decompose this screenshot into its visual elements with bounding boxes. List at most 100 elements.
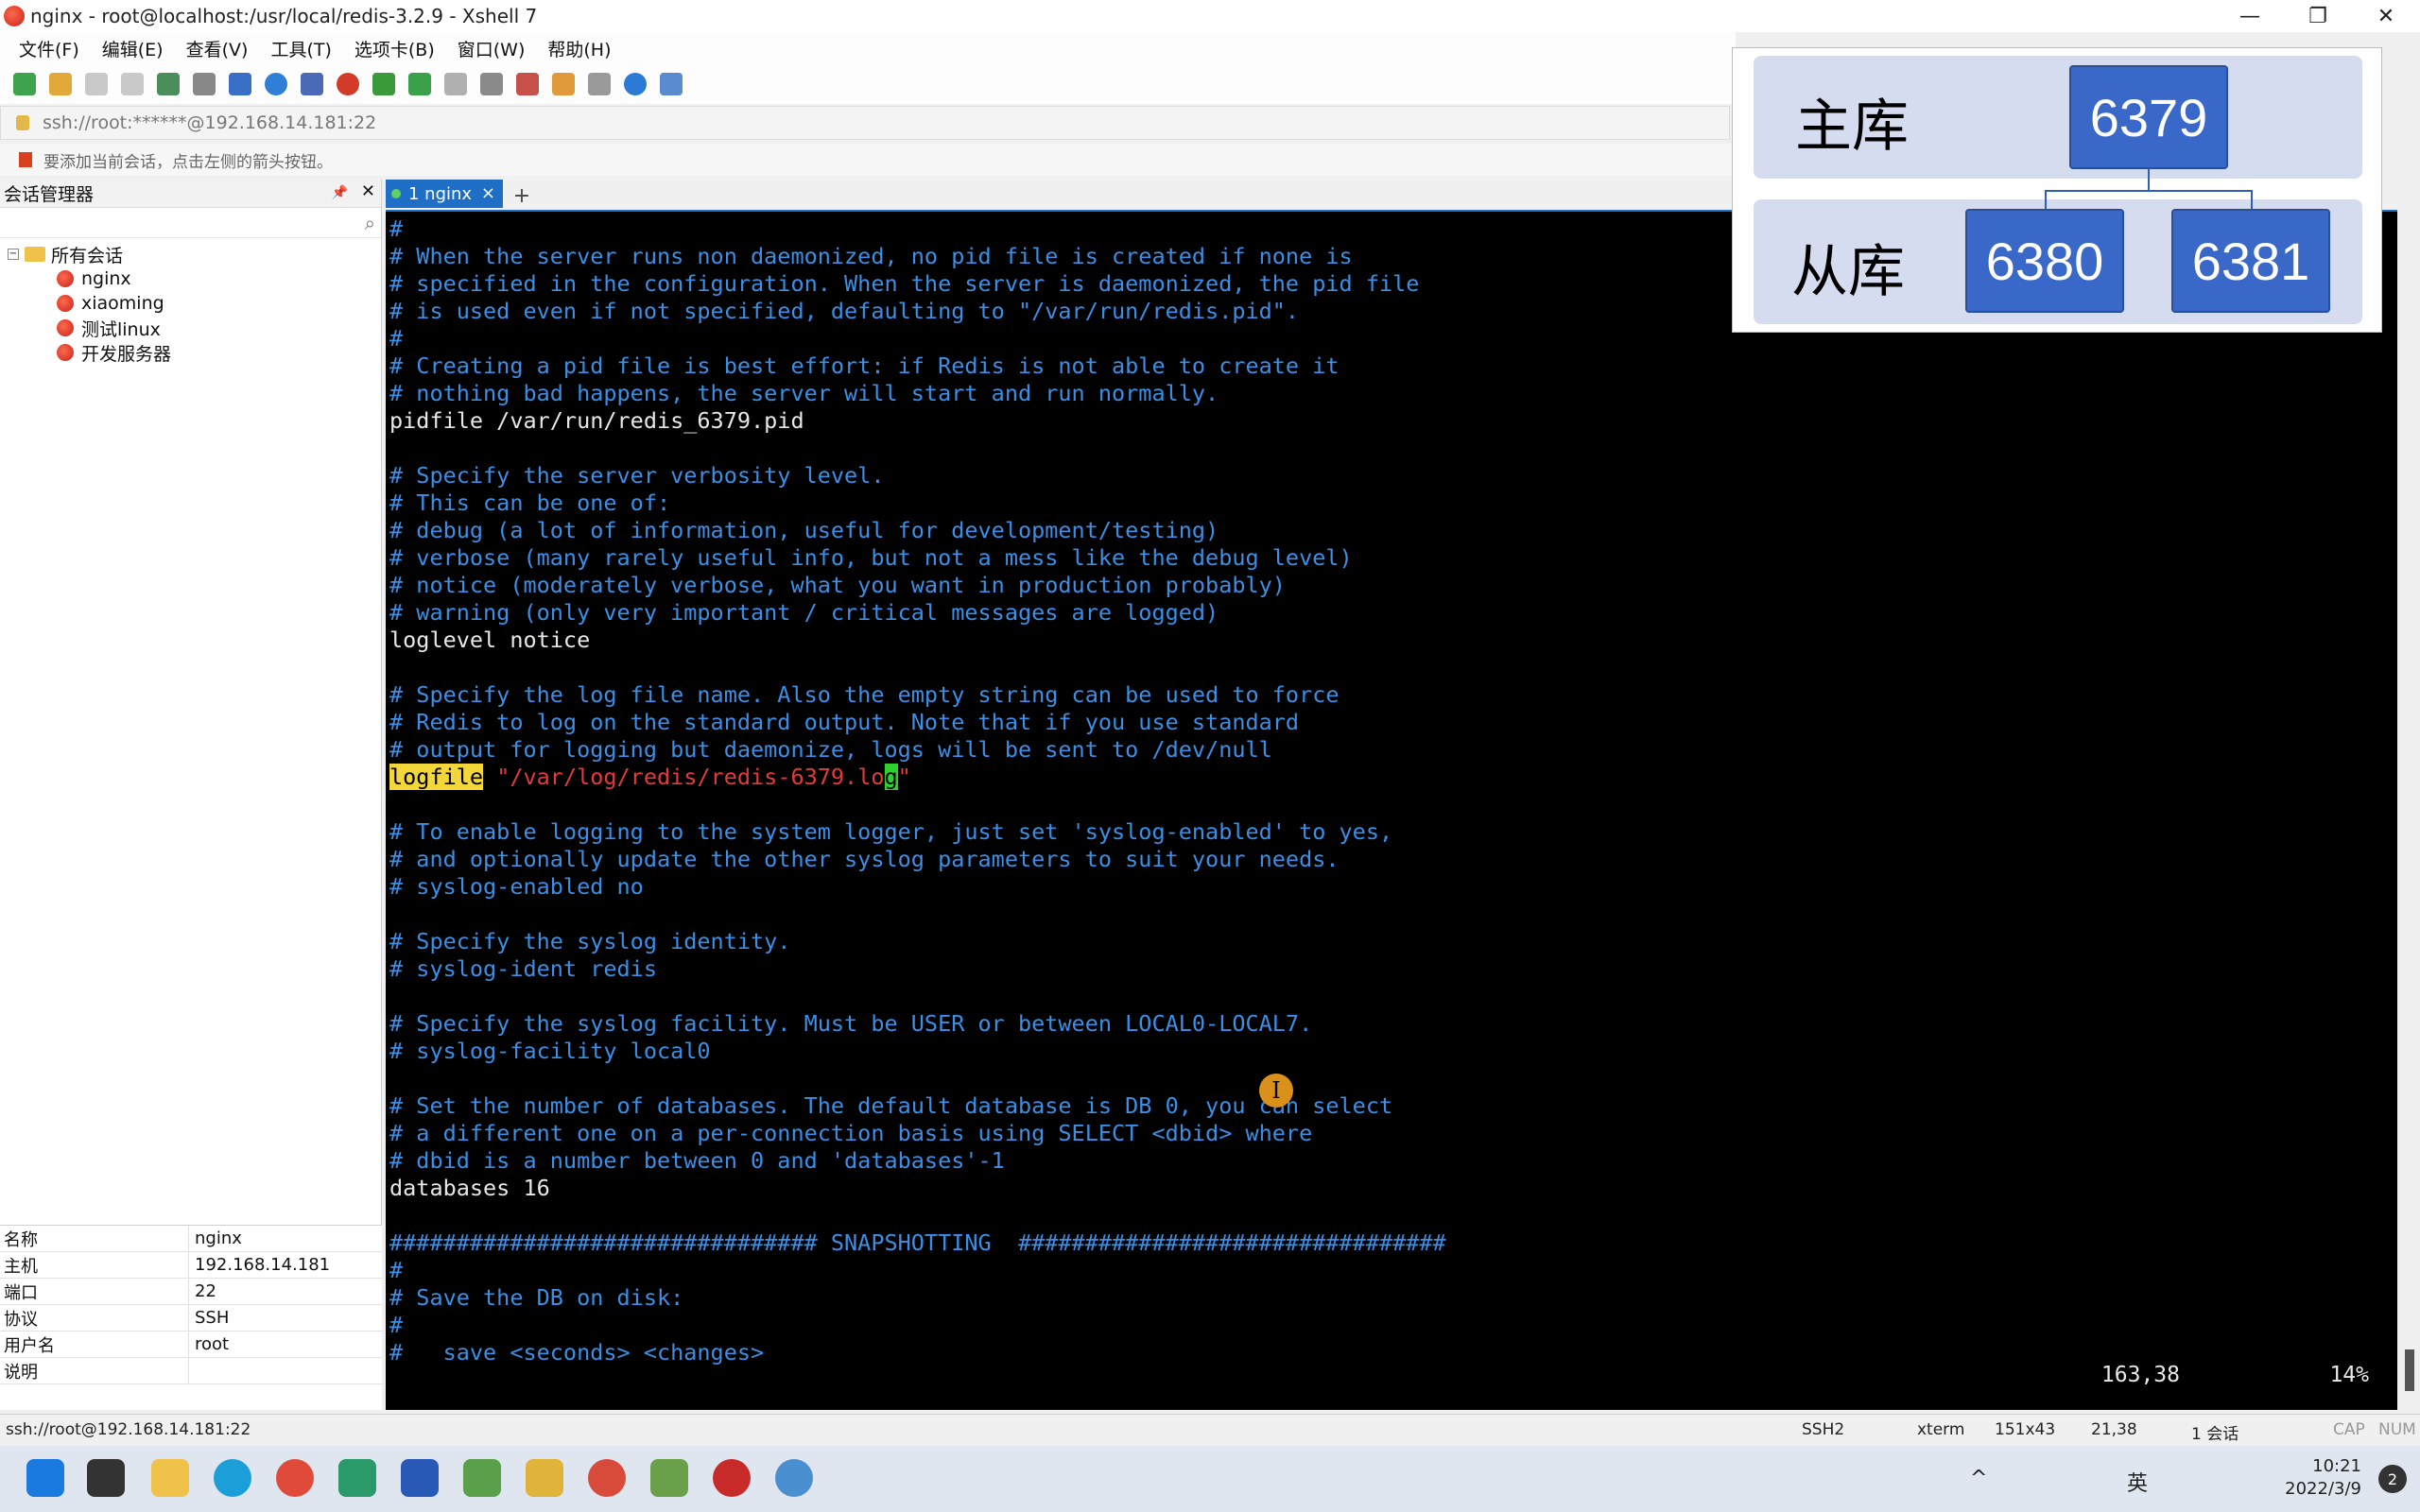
- terminal-cursor: g: [884, 764, 898, 790]
- collapse-icon[interactable]: −: [8, 249, 19, 260]
- transfer-icon[interactable]: [552, 73, 575, 95]
- session-item-test-linux[interactable]: 测试linux: [0, 316, 381, 340]
- menu-file[interactable]: 文件(F): [19, 36, 79, 61]
- terminal-line: # a different one on a per-connection ba…: [389, 1120, 1313, 1146]
- pin-icon[interactable]: 📌: [332, 185, 348, 200]
- terminal-line: # Specify the log file name. Also the em…: [389, 681, 1340, 708]
- notepad-icon[interactable]: [338, 1459, 376, 1497]
- unlink-icon[interactable]: [121, 73, 144, 95]
- lock-icon[interactable]: [444, 73, 467, 95]
- session-item-dev-server[interactable]: 开发服务器: [0, 340, 381, 365]
- task-view-icon[interactable]: [87, 1459, 125, 1497]
- slave-label: 从库: [1791, 239, 1905, 305]
- terminal[interactable]: # # When the server runs non daemonized, …: [386, 210, 2397, 1410]
- terminal-line: # dbid is a number between 0 and 'databa…: [389, 1147, 1005, 1174]
- session-label: 开发服务器: [81, 343, 172, 365]
- terminal-line: logfile "/var/log/redis/redis-6379.log": [389, 764, 1446, 791]
- hint-bar: 要添加当前会话，点击左侧的箭头按钮。: [0, 144, 1736, 176]
- connected-status-icon: [391, 189, 401, 198]
- chat-icon[interactable]: [660, 73, 683, 95]
- help-icon[interactable]: [624, 73, 647, 95]
- find-icon[interactable]: [193, 73, 216, 95]
- keyboard-icon[interactable]: [480, 73, 503, 95]
- terminal-line: # This can be one of:: [389, 490, 671, 516]
- close-button[interactable]: ✕: [2352, 0, 2420, 32]
- system-clock[interactable]: 10:21 2022/3/9: [2285, 1455, 2361, 1501]
- address-bar[interactable]: ssh://root:******@192.168.14.181:22: [0, 106, 1730, 140]
- tray-chevron-icon[interactable]: ^: [1970, 1467, 1987, 1490]
- menu-tab[interactable]: 选项卡(B): [354, 36, 435, 61]
- app-icon[interactable]: [526, 1459, 563, 1497]
- xftp-taskbar-icon[interactable]: [650, 1459, 688, 1497]
- terminal-line: # verbose (many rarely useful info, but …: [389, 544, 1353, 571]
- folder-icon: [25, 247, 45, 262]
- terminal-line: # save <seconds> <changes>: [389, 1339, 765, 1366]
- fullscreen-icon[interactable]: [408, 73, 431, 95]
- font-icon[interactable]: [301, 73, 323, 95]
- property-row: 协议 SSH: [0, 1305, 382, 1332]
- terminal-line: # is used even if not specified, default…: [389, 298, 1300, 324]
- app-icon[interactable]: [463, 1459, 501, 1497]
- terminal-line: # Specify the syslog identity.: [389, 928, 791, 954]
- xagent-icon[interactable]: [372, 73, 395, 95]
- xftp-icon[interactable]: [337, 73, 359, 95]
- bookmark-arrow-icon[interactable]: [19, 152, 32, 167]
- link-icon[interactable]: [85, 73, 108, 95]
- start-windows-icon[interactable]: [26, 1459, 64, 1497]
- terminal-line: # When the server runs non daemonized, n…: [389, 243, 1353, 269]
- edge-icon[interactable]: [214, 1459, 251, 1497]
- session-item-nginx[interactable]: nginx: [0, 266, 381, 291]
- terminal-line: # notice (moderately verbose, what you w…: [389, 572, 1286, 598]
- property-key: 名称: [0, 1226, 189, 1251]
- chrome-icon[interactable]: [276, 1459, 314, 1497]
- tree-root-all-sessions[interactable]: − 所有会话: [0, 242, 381, 266]
- compose-icon[interactable]: [588, 73, 611, 95]
- session-icon: [57, 344, 74, 361]
- session-search-input[interactable]: ⌕: [0, 208, 381, 238]
- layout-icon[interactable]: [229, 73, 251, 95]
- file-explorer-icon[interactable]: [151, 1459, 189, 1497]
- minimize-button[interactable]: —: [2216, 0, 2284, 32]
- terminal-line: # syslog-facility local0: [389, 1038, 711, 1064]
- property-value: SSH: [195, 1308, 230, 1328]
- property-value: root: [195, 1334, 230, 1354]
- session-item-xiaoming[interactable]: xiaoming: [0, 291, 381, 316]
- session-manager-title: 会话管理器: [4, 184, 95, 205]
- tab-close-icon[interactable]: ×: [481, 183, 495, 203]
- slave-port-box: 6381: [2171, 209, 2330, 313]
- menu-view[interactable]: 查看(V): [186, 36, 249, 61]
- menu-help[interactable]: 帮助(H): [547, 36, 611, 61]
- terminal-line: databases 16: [389, 1175, 550, 1201]
- app-icon[interactable]: [775, 1459, 813, 1497]
- properties-icon[interactable]: [157, 73, 180, 95]
- status-sessions: 1 会话: [2191, 1425, 2239, 1444]
- property-row: 端口 22: [0, 1279, 382, 1305]
- new-session-icon[interactable]: [13, 73, 36, 95]
- menu-window[interactable]: 窗口(W): [458, 36, 526, 61]
- word-icon[interactable]: [401, 1459, 439, 1497]
- xshell-taskbar-icon[interactable]: [588, 1459, 626, 1497]
- open-folder-icon[interactable]: [49, 73, 72, 95]
- tab-label: 1 nginx: [408, 183, 473, 204]
- menu-edit[interactable]: 编辑(E): [102, 36, 164, 61]
- script-icon[interactable]: [516, 73, 539, 95]
- globe-icon[interactable]: [265, 73, 287, 95]
- search-icon[interactable]: ⌕: [365, 212, 375, 234]
- add-tab-button[interactable]: +: [510, 183, 533, 208]
- session-manager-panel: 会话管理器 📌 ✕ ⌕ − 所有会话 nginx xiaoming 测试linu…: [0, 180, 382, 1408]
- session-label: 测试linux: [81, 318, 161, 340]
- status-size: 151x43: [1995, 1420, 2056, 1439]
- menu-tools[interactable]: 工具(T): [270, 36, 331, 61]
- tab-nginx[interactable]: 1 nginx ×: [386, 180, 503, 208]
- ime-indicator[interactable]: 英: [2127, 1467, 2148, 1497]
- app-icon[interactable]: [713, 1459, 751, 1497]
- restore-button[interactable]: ❐: [2284, 0, 2352, 32]
- terminal-scrollbar[interactable]: [2397, 210, 2420, 1410]
- notification-badge[interactable]: 2: [2378, 1465, 2407, 1493]
- property-key: 协议: [0, 1305, 189, 1331]
- scrollbar-thumb[interactable]: [2405, 1349, 2414, 1391]
- panel-close-icon[interactable]: ✕: [361, 181, 375, 201]
- toolbar: [0, 64, 1736, 104]
